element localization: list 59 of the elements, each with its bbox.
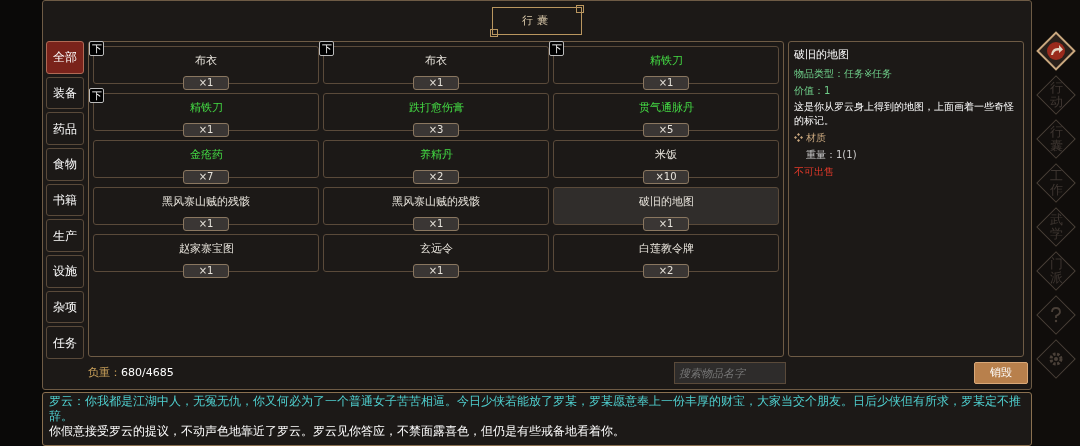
item-name: 破旧的地图 bbox=[638, 193, 694, 210]
item-name: 白莲教令牌 bbox=[638, 240, 694, 257]
item-name: 黑风寨山贼的残骸 bbox=[392, 193, 480, 210]
item-count: ×1 bbox=[183, 76, 229, 90]
item-name: 跌打愈伤膏 bbox=[408, 99, 464, 116]
log-message: 你假意接受罗云的提议，不动声色地靠近了罗云。罗云见你答应，不禁面露喜色，但仍是有些戒备地看着你。 bbox=[49, 424, 626, 439]
category-tab[interactable]: 装备 bbox=[46, 76, 84, 110]
log-message: 罗云：你我都是江湖中人，无冤无仇，你又何必为了一个普通女子苦苦相逼。今日少侠若能放了罗某，罗某愿意奉上一份丰厚的财宝，大家当交个朋友。日后少侠但有所求，罗某定不推辞。 bbox=[49, 394, 1022, 424]
item-count: ×5 bbox=[643, 123, 689, 137]
item-name: 米饭 bbox=[655, 146, 677, 163]
item-count: ×1 bbox=[413, 217, 459, 231]
load-label: 负重： bbox=[88, 364, 121, 381]
category-tab[interactable]: 设施 bbox=[46, 255, 84, 288]
item-count: ×1 bbox=[183, 217, 229, 231]
category-tab[interactable]: 杂项 bbox=[46, 290, 84, 324]
item-name: 精铁刀 bbox=[189, 99, 223, 116]
equipped-badge: 下 bbox=[89, 88, 104, 103]
item-count: ×3 bbox=[413, 123, 459, 137]
item-description: 这是你从罗云身上得到的地图，上面画着一些奇怪的标记。 bbox=[794, 99, 1015, 128]
help-icon bbox=[1049, 307, 1063, 323]
item-name: 养精丹 bbox=[419, 146, 453, 163]
load-value: 680/4685 bbox=[121, 364, 174, 381]
item-name: 布衣 bbox=[195, 52, 217, 69]
item-name: 精铁刀 bbox=[649, 52, 683, 69]
category-tab[interactable]: 任务 bbox=[46, 326, 84, 360]
search-field[interactable]: 搜索物品名字 bbox=[674, 362, 786, 384]
detail-title: 破旧的地图 bbox=[794, 47, 850, 63]
diamond-bullet-icon bbox=[794, 132, 803, 142]
item-name: 布衣 bbox=[425, 52, 447, 69]
item-name: 金疮药 bbox=[189, 146, 223, 163]
item-name: 玄远令 bbox=[419, 240, 453, 257]
item-count: ×1 bbox=[183, 264, 229, 278]
equipped-badge: 下 bbox=[549, 41, 564, 56]
item-type: 物品类型：任务※任务 bbox=[794, 66, 894, 81]
item-count: ×2 bbox=[413, 170, 459, 184]
item-count: ×1 bbox=[183, 123, 229, 137]
category-tab[interactable]: 食物 bbox=[46, 148, 84, 181]
item-count: ×2 bbox=[643, 264, 689, 278]
item-count: ×1 bbox=[413, 76, 459, 90]
item-weight: 重量：1(1) bbox=[805, 147, 858, 162]
equipped-badge: 下 bbox=[89, 41, 104, 56]
item-count: ×10 bbox=[643, 170, 689, 184]
window-title: 行囊 bbox=[492, 7, 582, 35]
item-name: 黑风寨山贼的残骸 bbox=[162, 193, 250, 210]
category-tab[interactable]: 全部 bbox=[46, 41, 84, 74]
category-tab[interactable]: 药品 bbox=[46, 112, 84, 145]
settings-icon bbox=[1048, 351, 1064, 367]
item-count: ×7 bbox=[183, 170, 229, 184]
item-name: 贯气通脉丹 bbox=[638, 99, 694, 116]
item-count: ×1 bbox=[643, 76, 689, 90]
item-count: ×1 bbox=[413, 264, 459, 278]
item-name: 赵家寨宝图 bbox=[178, 240, 234, 257]
item-count: ×1 bbox=[643, 217, 689, 231]
category-tab[interactable]: 书籍 bbox=[46, 183, 84, 217]
section-heading: 材质 bbox=[806, 130, 826, 145]
item-value: 价值：1 bbox=[794, 83, 832, 98]
equipped-badge: 下 bbox=[319, 41, 334, 56]
sell-warning: 不可出售 bbox=[794, 164, 835, 179]
category-tab[interactable]: 生产 bbox=[46, 219, 84, 253]
